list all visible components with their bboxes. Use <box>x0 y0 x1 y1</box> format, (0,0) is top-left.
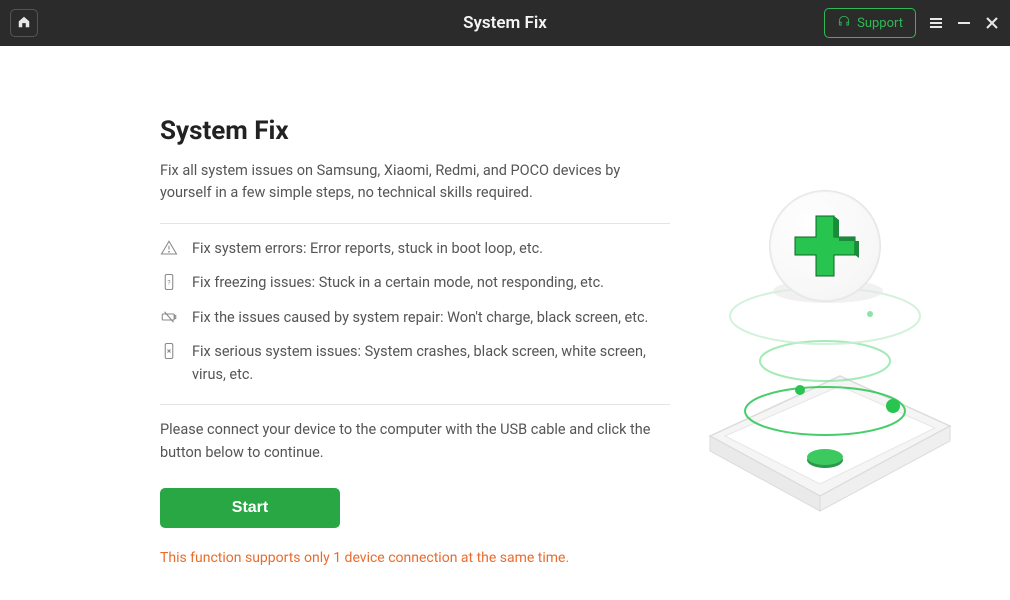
svg-text:?: ? <box>167 279 170 287</box>
main-content: System Fix Fix all system issues on Sams… <box>0 46 1010 600</box>
support-button[interactable]: Support <box>824 8 916 38</box>
start-button[interactable]: Start <box>160 488 340 528</box>
support-label: Support <box>857 16 903 31</box>
divider <box>160 404 670 405</box>
page-heading: System Fix <box>160 116 670 146</box>
feature-item: Fix serious system issues: System crashe… <box>160 341 670 386</box>
battery-slash-icon <box>160 308 178 326</box>
feature-text: Fix serious system issues: System crashe… <box>192 341 670 386</box>
feature-item: Fix the issues caused by system repair: … <box>160 307 670 329</box>
phone-error-icon <box>160 342 178 360</box>
headset-icon <box>837 14 851 32</box>
feature-text: Fix the issues caused by system repair: … <box>192 307 648 329</box>
close-button[interactable] <box>984 15 1000 31</box>
warning-triangle-icon <box>160 239 178 257</box>
divider <box>160 223 670 224</box>
feature-list: Fix system errors: Error reports, stuck … <box>160 238 670 386</box>
instruction-text: Please connect your device to the comput… <box>160 419 670 464</box>
feature-text: Fix system errors: Error reports, stuck … <box>192 238 543 260</box>
feature-item: ? Fix freezing issues: Stuck in a certai… <box>160 272 670 294</box>
feature-text: Fix freezing issues: Stuck in a certain … <box>192 272 604 294</box>
start-label: Start <box>232 499 268 517</box>
page-subheading: Fix all system issues on Samsung, Xiaomi… <box>160 160 670 205</box>
minimize-button[interactable] <box>956 15 972 31</box>
device-illustration <box>670 136 970 536</box>
left-column: System Fix Fix all system issues on Sams… <box>160 116 670 600</box>
titlebar: System Fix Support <box>0 0 1010 46</box>
menu-button[interactable] <box>928 15 944 31</box>
window-title: System Fix <box>463 13 547 33</box>
titlebar-controls: Support <box>824 8 1000 38</box>
warning-text: This function supports only 1 device con… <box>160 550 670 566</box>
home-button[interactable] <box>10 9 38 37</box>
phone-question-icon: ? <box>160 273 178 291</box>
feature-item: Fix system errors: Error reports, stuck … <box>160 238 670 260</box>
home-icon <box>17 14 31 33</box>
